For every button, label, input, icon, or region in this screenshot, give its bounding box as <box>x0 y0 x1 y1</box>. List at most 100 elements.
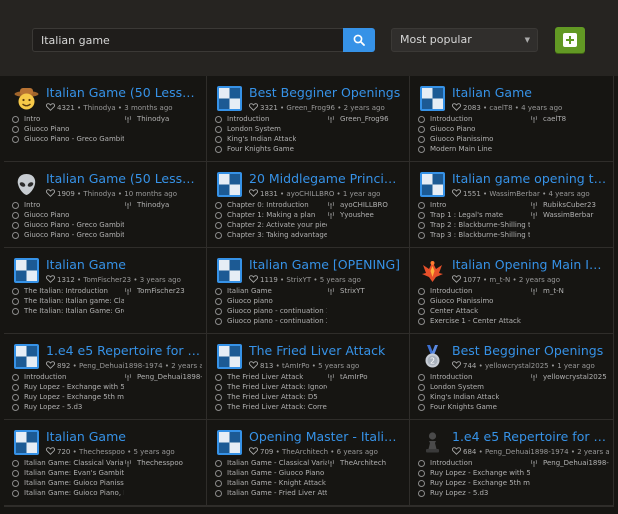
study-time: 5 years ago <box>319 276 361 284</box>
chapter-list: Italian Game: Classical Variation Italian… <box>12 458 124 498</box>
chapter-name: Trap 1 : Legal's mate <box>430 211 504 219</box>
study-title[interactable]: Italian Game (50 Lessons) : ... <box>46 171 200 186</box>
chessboard-icon <box>420 172 445 197</box>
chessboard-icon <box>217 344 242 369</box>
member-name: RubiksCuber23 <box>543 201 596 209</box>
study-card[interactable]: Italian game opening traps 1551 • WassimB… <box>410 162 614 248</box>
heart-icon <box>249 447 258 455</box>
chapter-list: Chapter 0: Introduction Chapter 1: Making… <box>215 200 327 240</box>
chapter-dot-icon <box>215 373 222 381</box>
chapter-item: Four Knights Game <box>418 402 530 412</box>
study-time: 2 years ago <box>518 276 561 284</box>
chapter-name: Giuoco Piano <box>24 125 70 133</box>
sort-select[interactable]: Most popular ▼ <box>391 28 538 52</box>
study-title[interactable]: Italian Opening Main Ideas <box>452 257 607 272</box>
study-meta: 1909 • Thinodya • 10 months ago <box>46 189 202 198</box>
chapter-dot-icon <box>418 489 425 497</box>
search-icon <box>353 34 365 46</box>
study-title[interactable]: Italian Game (50 Lessons) : ... <box>46 85 200 100</box>
study-card[interactable]: Italian Game 1312 • TomFischer23 • 3 year… <box>4 248 207 334</box>
chapter-name: Italian Game: Guioco Pianissimo <box>24 479 124 487</box>
chevron-down-icon: ▼ <box>524 36 530 44</box>
study-meta: 2083 • caelT8 • 4 years ago <box>452 103 609 112</box>
study-title[interactable]: Italian Game [OPENING] <box>249 257 403 272</box>
study-time: 1 year ago <box>557 362 595 370</box>
member-list: ayoCHILLBRO Yyoushee <box>327 200 405 220</box>
study-card[interactable]: 1.e4 e5 Repertoire for Black 892 • Peng_D… <box>4 334 207 420</box>
study-card[interactable]: Opening Master - Italian Ga... 709 • TheA… <box>207 420 410 506</box>
heart-icon <box>46 361 55 369</box>
cowboy-face-icon <box>14 86 39 111</box>
study-card[interactable]: Italian Game [OPENING] 1119 • StrixYT • 5… <box>207 248 410 334</box>
chapter-name: Italian Game: Classical Variation <box>24 459 124 467</box>
member-item: TomFischer23 <box>124 286 202 296</box>
search-button[interactable] <box>343 28 375 52</box>
chapter-dot-icon <box>215 145 222 153</box>
study-card[interactable]: Italian Opening Main Ideas 1077 • m_t-N •… <box>410 248 614 334</box>
study-title[interactable]: The Fried Liver Attack <box>249 343 403 358</box>
chapter-name: Italian Game <box>227 287 272 295</box>
study-list: Italian Game (50 Lessons) : ... 4321 • Th… <box>4 76 614 506</box>
study-title[interactable]: Best Begginer Openings <box>452 343 607 358</box>
member-list: tAmIrPo <box>327 372 405 382</box>
study-title[interactable]: Italian Game <box>46 429 200 444</box>
chapter-dot-icon <box>418 383 425 391</box>
chapter-dot-icon <box>215 317 222 325</box>
chapter-dot-icon <box>12 469 19 477</box>
study-title[interactable]: Italian game opening traps <box>452 171 607 186</box>
like-count: 684 <box>463 448 477 456</box>
chapter-dot-icon <box>12 287 19 295</box>
study-title[interactable]: Italian Game <box>46 257 200 272</box>
study-title[interactable]: Opening Master - Italian Ga... <box>249 429 403 444</box>
study-card[interactable]: 1.e4 e5 Repertoire for Black... 684 • Pen… <box>410 420 614 506</box>
chapter-name: Introduction <box>430 287 473 295</box>
member-name: WassimBerbar <box>543 211 594 219</box>
study-card[interactable]: Italian Game (50 Lessons) : ... 4321 • Th… <box>4 76 207 162</box>
chapter-name: The Fried Liver Attack <box>227 373 304 381</box>
chapter-dot-icon <box>418 135 425 143</box>
chapter-name: Introduction <box>430 459 473 467</box>
chapter-dot-icon <box>418 221 425 229</box>
study-title[interactable]: Best Begginer Openings <box>249 85 403 100</box>
study-meta: 709 • TheArchitech • 6 years ago <box>249 447 405 456</box>
chapter-name: Italian Game - Knight Attack <box>227 479 326 487</box>
antenna-icon <box>125 459 131 467</box>
study-card[interactable]: 2 Best Begginer Openings 744 • yellowcryst… <box>410 334 614 420</box>
chapter-item: Introduction <box>418 372 530 382</box>
chapter-name: Intro <box>24 115 41 123</box>
study-card[interactable]: Italian Game 720 • Thechesspoo • 5 years … <box>4 420 207 506</box>
chapter-name: Giuoco piano - continuation 2 <box>227 317 327 325</box>
chapter-dot-icon <box>418 201 425 209</box>
like-count: 3321 <box>260 104 278 112</box>
chapter-dot-icon <box>215 231 222 239</box>
study-card[interactable]: The Fried Liver Attack 813 • tAmIrPo • 5 … <box>207 334 410 420</box>
chapter-item: King's Indian Attack <box>418 392 530 402</box>
chapter-dot-icon <box>418 231 425 239</box>
chapter-item: The Italian: Introduction <box>12 286 124 296</box>
study-card[interactable]: Italian Game 2083 • caelT8 • 4 years ago I… <box>410 76 614 162</box>
member-list: Thinodya <box>124 200 202 210</box>
study-card[interactable]: 20 Middlegame Principles 1831 • ayoCHILLB… <box>207 162 410 248</box>
study-title[interactable]: Italian Game <box>452 85 607 100</box>
study-title[interactable]: 1.e4 e5 Repertoire for Black <box>46 343 200 358</box>
chapter-item: Italian Game - Giuoco Piano <box>215 468 327 478</box>
study-title[interactable]: 20 Middlegame Principles <box>249 171 403 186</box>
study-card[interactable]: Best Begginer Openings 3321 • Green_Frog9… <box>207 76 410 162</box>
chapter-item: Four Knights Game <box>215 144 327 154</box>
chess-pawn-icon <box>420 430 445 455</box>
chapter-name: London System <box>227 125 281 133</box>
member-name: Yyoushee <box>340 211 374 219</box>
study-card[interactable]: Italian Game (50 Lessons) : ... 1909 • Th… <box>4 162 207 248</box>
chapter-item: Introduction <box>215 114 327 124</box>
member-name: Thinodya <box>137 201 170 209</box>
chapter-dot-icon <box>12 135 19 143</box>
new-study-button[interactable] <box>555 27 585 53</box>
member-name: Thechesspoo <box>137 459 183 467</box>
search-input[interactable] <box>32 28 343 52</box>
like-count: 813 <box>260 362 274 370</box>
chapter-item: Giuoco Piano - Greco Gambit <box>12 220 124 230</box>
study-time: 2 years ago <box>171 362 202 370</box>
study-title[interactable]: 1.e4 e5 Repertoire for Black... <box>452 429 607 444</box>
chapter-item: Trap 2 : Blackburne-Shilling trap <box>418 220 530 230</box>
heart-icon <box>249 189 258 197</box>
